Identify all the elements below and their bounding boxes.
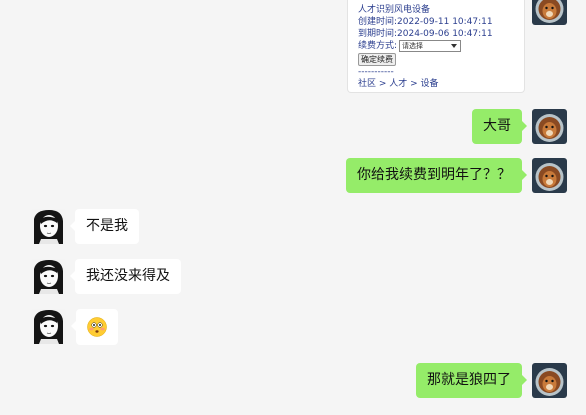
message-bubble-self[interactable]: 你给我续费到明年了？？ xyxy=(346,158,527,193)
message-bubble-self[interactable]: 那就是狼四了 xyxy=(416,363,527,398)
card-select-label: 续费方式: xyxy=(358,41,398,51)
message-bubble-other[interactable]: 不是我 xyxy=(70,209,139,244)
contact-avatar[interactable] xyxy=(31,309,66,344)
manga-girl-avatar-icon xyxy=(31,259,66,294)
card-renew-select[interactable]: 请选择 xyxy=(399,40,462,52)
manga-girl-avatar-icon xyxy=(31,209,66,244)
card-confirm-button[interactable]: 确定续费 xyxy=(358,53,396,66)
message-bubble-self[interactable]: 大哥 xyxy=(472,109,527,144)
astronaut-dog-avatar-icon xyxy=(532,109,567,144)
card-separator: ----------- xyxy=(358,67,394,77)
shared-screenshot-card[interactable]: 人才识别风电设备 创建时间:2022-09-11 10:47:11 到期时间:2… xyxy=(347,0,525,93)
self-avatar[interactable] xyxy=(532,158,567,193)
self-avatar[interactable] xyxy=(532,109,567,144)
message-bubble-other[interactable]: 我还没来得及 xyxy=(70,259,181,294)
manga-girl-avatar-icon xyxy=(31,309,66,344)
card-line-created: 创建时间:2022-09-11 10:47:11 xyxy=(358,17,493,27)
card-line-title: 人才识别风电设备 xyxy=(358,5,431,15)
astronaut-dog-avatar-icon xyxy=(532,0,567,25)
card-footer: 社区 > 人才 > 设备 xyxy=(358,79,439,89)
self-avatar[interactable] xyxy=(532,0,567,25)
contact-avatar[interactable] xyxy=(31,259,66,294)
astronaut-dog-avatar-icon xyxy=(532,158,567,193)
contact-avatar[interactable] xyxy=(31,209,66,244)
card-line-expiry: 到期时间:2024-09-06 10:47:11 xyxy=(358,29,493,39)
message-bubble-other-emoji[interactable] xyxy=(71,309,118,345)
chat-area: 人才识别风电设备 创建时间:2022-09-11 10:47:11 到期时间:2… xyxy=(0,0,586,415)
self-avatar[interactable] xyxy=(532,363,567,398)
astronaut-dog-avatar-icon xyxy=(532,363,567,398)
flushed-face-icon xyxy=(87,317,107,337)
